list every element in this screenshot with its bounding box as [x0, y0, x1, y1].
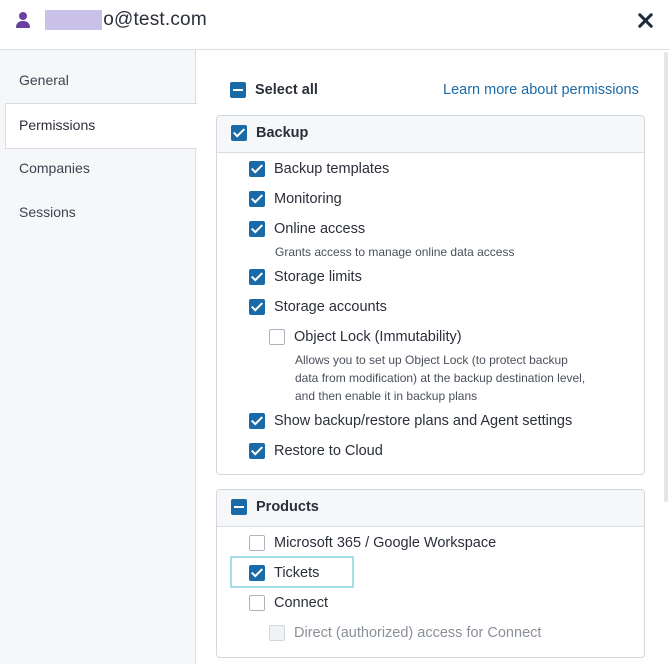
connect-checkbox[interactable]	[249, 595, 265, 611]
backup-templates-label: Backup templates	[274, 161, 390, 177]
direct-access-label: Direct (authorized) access for Connect	[294, 625, 542, 641]
storage-accounts-checkbox[interactable]	[249, 299, 265, 315]
sidebar-item-label: Companies	[19, 160, 90, 176]
m365-label: Microsoft 365 / Google Workspace	[274, 535, 497, 551]
object-lock-label: Object Lock (Immutability)	[294, 329, 462, 345]
sidebar-item-companies[interactable]: Companies	[0, 147, 195, 191]
object-lock-checkbox[interactable]	[269, 329, 285, 345]
sidebar: General Permissions Companies Sessions	[0, 50, 197, 664]
user-icon	[16, 12, 30, 28]
tickets-checkbox[interactable]	[249, 565, 265, 581]
connect-label: Connect	[274, 595, 329, 611]
monitoring-label: Monitoring	[274, 191, 342, 207]
object-lock-description-line3: and then enable it in backup plans	[295, 389, 478, 403]
restore-to-cloud-label: Restore to Cloud	[274, 443, 383, 459]
backup-checkbox[interactable]	[231, 125, 247, 141]
products-checkbox[interactable]	[231, 499, 247, 515]
direct-access-checkbox	[269, 625, 285, 641]
storage-limits-checkbox[interactable]	[249, 269, 265, 285]
select-all-label: Select all	[255, 82, 318, 98]
storage-limits-label: Storage limits	[274, 269, 362, 285]
restore-to-cloud-checkbox[interactable]	[249, 443, 265, 459]
backup-templates-checkbox[interactable]	[249, 161, 265, 177]
storage-accounts-label: Storage accounts	[274, 299, 387, 315]
products-group-title: Products	[256, 499, 319, 515]
sidebar-item-label: Permissions	[19, 117, 96, 133]
backup-group-title: Backup	[256, 125, 309, 141]
online-access-label: Online access	[274, 221, 366, 237]
tickets-label: Tickets	[274, 565, 320, 581]
online-access-checkbox[interactable]	[249, 221, 265, 237]
scrollbar[interactable]	[664, 52, 668, 502]
dialog-header: xxxxxxo@test.com	[0, 0, 669, 50]
redacted-email-prefix	[45, 10, 102, 30]
monitoring-checkbox[interactable]	[249, 191, 265, 207]
sidebar-item-permissions[interactable]: Permissions	[5, 103, 197, 149]
close-icon[interactable]	[633, 9, 657, 33]
learn-more-link[interactable]: Learn more about permissions	[443, 82, 639, 98]
object-lock-description-line2: data from modification) at the backup de…	[295, 371, 586, 385]
m365-checkbox[interactable]	[249, 535, 265, 551]
sidebar-item-sessions[interactable]: Sessions	[0, 191, 195, 235]
show-plans-checkbox[interactable]	[249, 413, 265, 429]
object-lock-description-line1: Allows you to set up Object Lock (to pro…	[295, 353, 568, 367]
sidebar-item-label: General	[19, 72, 69, 88]
show-plans-label: Show backup/restore plans and Agent sett…	[274, 413, 573, 429]
online-access-description: Grants access to manage online data acce…	[275, 245, 515, 259]
sidebar-item-general[interactable]: General	[0, 59, 195, 103]
sidebar-item-label: Sessions	[19, 204, 76, 220]
select-all-checkbox[interactable]	[230, 82, 246, 98]
